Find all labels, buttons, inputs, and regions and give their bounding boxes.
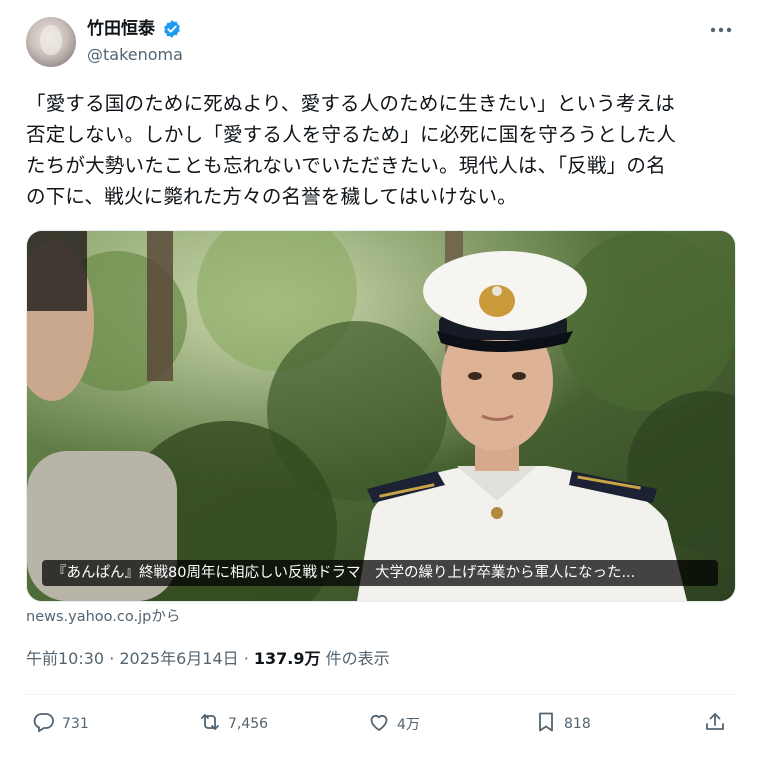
reply-icon (32, 710, 62, 738)
repost-icon (198, 710, 228, 738)
like-icon (367, 710, 397, 738)
post-timestamp[interactable]: 午前10:30 · 2025年6月14日 · (26, 649, 254, 668)
divider (26, 694, 734, 695)
more-icon[interactable] (708, 20, 734, 40)
like-count: 4万 (397, 717, 420, 733)
avatar[interactable] (26, 17, 76, 67)
post-text: 「愛する国のために死ぬより、愛する人のために生きたい」という考えは 否定しない。… (26, 92, 677, 208)
bookmark-count: 818 (564, 716, 591, 732)
post-metadata: 午前10:30 · 2025年6月14日 · 137.9万 件の表示 (26, 648, 390, 670)
verified-badge-icon (162, 19, 182, 39)
share-icon (703, 710, 733, 738)
action-bar: 731 7,456 4万 818 (26, 706, 734, 742)
like-button[interactable]: 4万 (367, 706, 420, 742)
author-handle[interactable]: @takenoma (87, 45, 183, 65)
view-count-label[interactable]: 件の表示 (321, 649, 390, 668)
reply-count: 731 (62, 716, 89, 732)
reply-button[interactable]: 731 (32, 706, 89, 742)
repost-count: 7,456 (228, 716, 269, 732)
link-card-image[interactable] (26, 230, 736, 602)
link-card-source[interactable]: news.yahoo.co.jpから (26, 607, 180, 627)
repost-button[interactable]: 7,456 (198, 706, 268, 742)
post-card: 竹田恒泰 @takenoma 「愛する国のために死ぬより、愛する人のために生きた… (0, 0, 761, 757)
bookmark-button[interactable]: 818 (534, 706, 591, 742)
bookmark-icon (534, 710, 564, 738)
share-button[interactable] (703, 706, 733, 742)
link-card-title[interactable]: 『あんぱん』終戦80周年に相応しい反戦ドラマ 大学の繰り上げ卒業から軍人になった… (42, 560, 718, 586)
view-count[interactable]: 137.9万 (254, 649, 321, 668)
author-display-name[interactable]: 竹田恒泰 (87, 18, 155, 40)
